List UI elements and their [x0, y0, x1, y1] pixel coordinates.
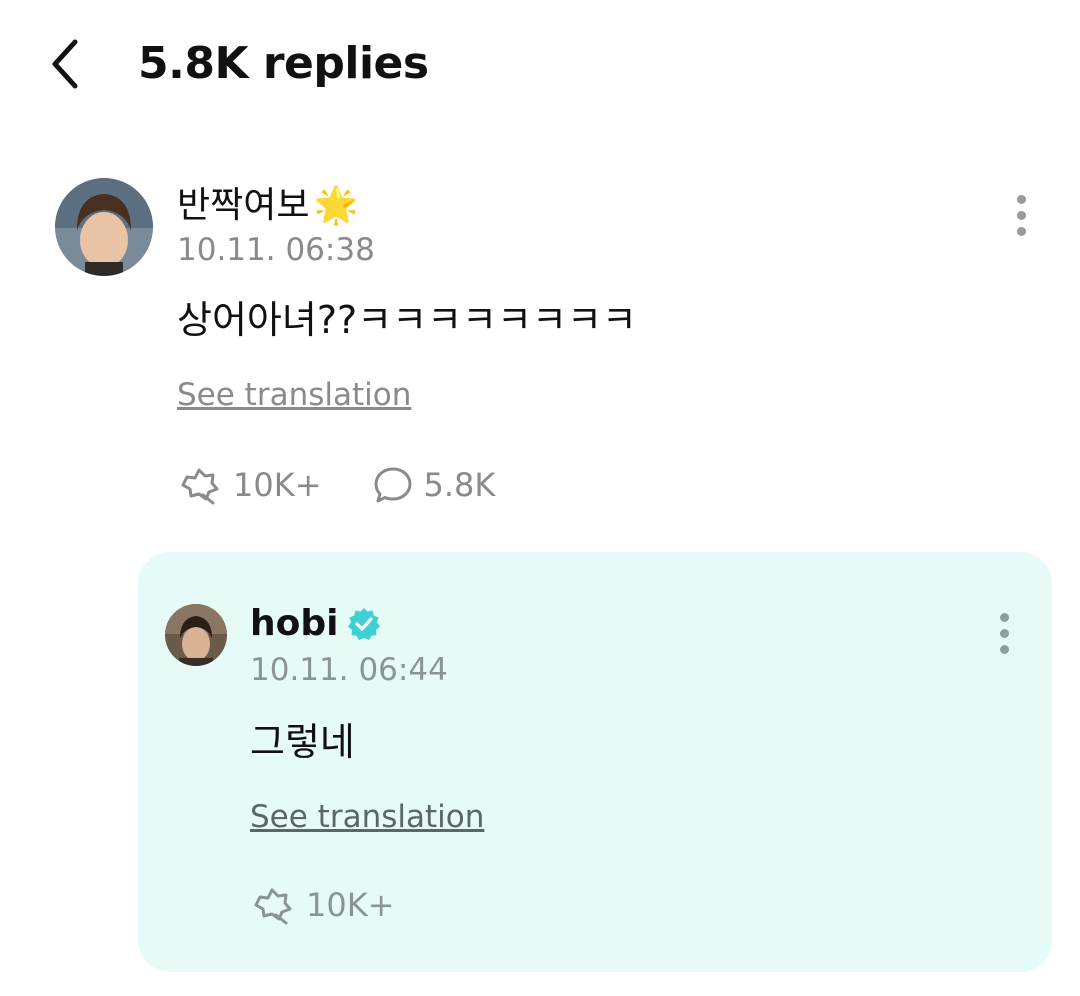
reply-text: 그렇네	[250, 720, 355, 764]
replies-count: 5.8K	[423, 466, 496, 504]
more-vertical-icon	[1016, 194, 1026, 204]
reply-card: hobi 10.11. 06:44 그렇네 See translation 10…	[138, 552, 1052, 972]
reaction-count: 10K+	[233, 466, 322, 504]
speech-bubble-icon	[374, 467, 412, 503]
more-vertical-icon	[999, 612, 1009, 622]
reply-more-options-button[interactable]	[987, 608, 1021, 658]
reply-count-button[interactable]: 5.8K	[372, 465, 496, 505]
reply-username[interactable]: hobi	[250, 602, 382, 646]
comment-timestamp: 10.11. 06:38	[177, 232, 375, 268]
reaction-icon	[181, 468, 219, 505]
chevron-left-icon	[52, 39, 78, 89]
reaction-button[interactable]: 10K+	[177, 465, 322, 505]
comment-text: 상어아녀??ㅋㅋㅋㅋㅋㅋㅋㅋ	[177, 298, 637, 342]
page-title: 5.8K replies	[138, 38, 429, 89]
see-translation-link[interactable]: See translation	[177, 374, 411, 416]
reply-avatar[interactable]	[165, 604, 227, 666]
reply-reaction-button[interactable]: 10K+	[250, 885, 395, 925]
comment-actions: 10K+ 5.8K	[177, 460, 495, 510]
more-options-button[interactable]	[1004, 190, 1038, 240]
reply-timestamp: 10.11. 06:44	[250, 652, 448, 688]
star-badge-icon: 🌟	[313, 185, 359, 226]
back-button[interactable]	[40, 34, 90, 94]
reply-username-text: hobi	[250, 603, 339, 644]
username-text: 반짝여보	[177, 185, 310, 226]
header: 5.8K replies	[0, 0, 1080, 130]
avatar[interactable]	[55, 178, 153, 276]
reply-see-translation-link[interactable]: See translation	[250, 796, 484, 838]
reply-actions: 10K+	[250, 880, 395, 930]
reaction-icon	[254, 888, 292, 925]
verified-badge-icon	[348, 608, 381, 640]
reply-reaction-count: 10K+	[306, 886, 395, 924]
comment-username[interactable]: 반짝여보 🌟	[177, 184, 358, 228]
comment: 반짝여보 🌟 10.11. 06:38 상어아녀??ㅋㅋㅋㅋㅋㅋㅋㅋ See t…	[0, 170, 1080, 530]
